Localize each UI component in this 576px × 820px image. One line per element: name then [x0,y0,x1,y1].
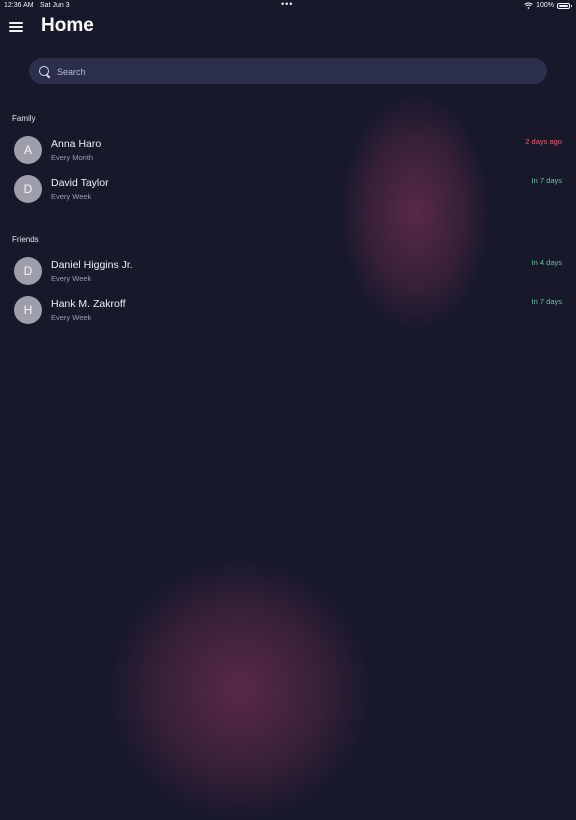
battery-percent: 100% [536,2,554,9]
status-right: 100% [524,2,572,9]
section-title-family: Family [12,114,36,123]
status-bar: 12:36 AM Sat Jun 3 ••• 100% [0,0,576,12]
avatar: D [14,175,42,203]
search-icon [39,66,49,76]
contact-frequency: Every Week [51,274,92,283]
background-glow-top [340,95,490,330]
contact-frequency: Every Month [51,153,94,162]
search-input[interactable] [55,62,539,82]
contact-row-hank-zakroff[interactable]: H Hank M. Zakroff Every Week In 7 days [0,296,576,332]
contact-frequency: Every Week [51,192,92,201]
wifi-icon [524,2,533,9]
search-bar[interactable] [29,58,547,84]
contact-name: Hank M. Zakroff [51,298,126,310]
avatar: A [14,136,42,164]
battery-icon [557,2,572,9]
contact-due-status: 2 days ago [525,137,562,146]
page-title: Home [41,15,94,36]
contact-due-status: In 7 days [531,176,562,185]
contact-row-david-taylor[interactable]: D David Taylor Every Week In 7 days [0,175,576,211]
contact-due-status: In 7 days [531,297,562,306]
hamburger-menu-icon[interactable] [9,21,23,33]
background-glow-bottom [110,560,370,820]
avatar: D [14,257,42,285]
contact-name: Anna Haro [51,138,102,150]
avatar: H [14,296,42,324]
contact-row-anna-haro[interactable]: A Anna Haro Every Month 2 days ago [0,136,576,172]
contact-due-status: In 4 days [531,258,562,267]
contact-frequency: Every Week [51,313,92,322]
contact-name: David Taylor [51,177,109,189]
multitasking-dots[interactable]: ••• [281,0,293,9]
contact-row-daniel-higgins[interactable]: D Daniel Higgins Jr. Every Week In 4 day… [0,257,576,293]
status-time: 12:36 AM [4,2,34,9]
section-title-friends: Friends [12,235,39,244]
contact-name: Daniel Higgins Jr. [51,259,133,271]
status-date: Sat Jun 3 [40,2,70,9]
